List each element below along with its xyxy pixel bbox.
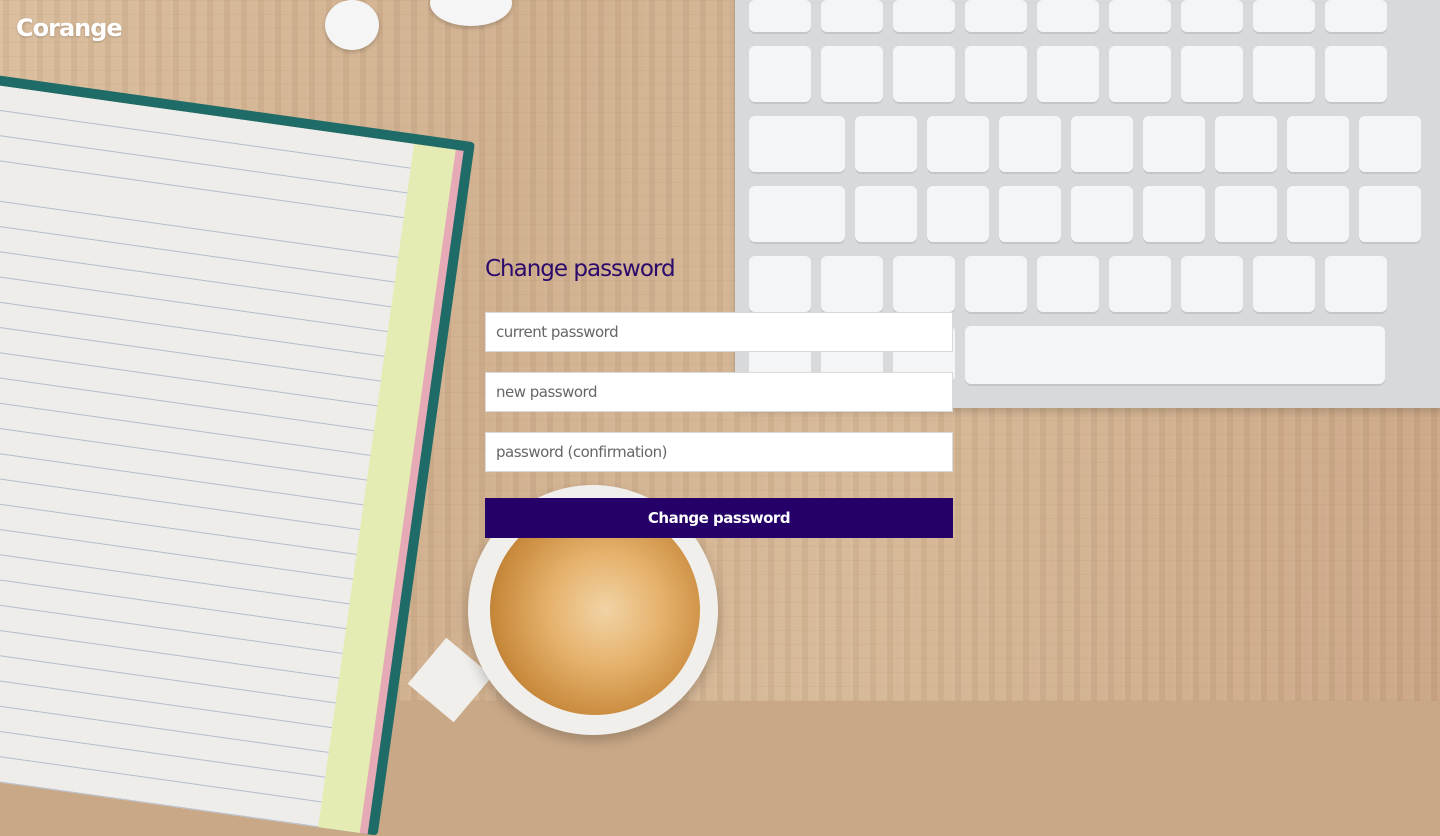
change-password-form: Change password Change password xyxy=(485,252,953,538)
brand-logo[interactable]: Corange xyxy=(16,14,123,42)
password-confirmation-input[interactable] xyxy=(485,432,953,472)
current-password-input[interactable] xyxy=(485,312,953,352)
notebook-image xyxy=(0,70,475,836)
change-password-button[interactable]: Change password xyxy=(485,498,953,538)
earbud-image xyxy=(325,0,379,50)
new-password-input[interactable] xyxy=(485,372,953,412)
page-title: Change password xyxy=(485,256,676,282)
